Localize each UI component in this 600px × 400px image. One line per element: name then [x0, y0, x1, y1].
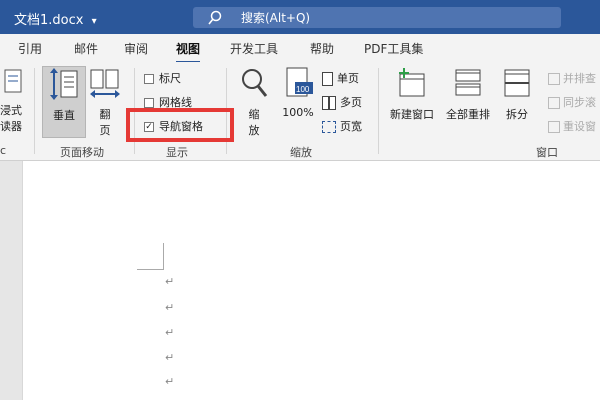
title-bar: 文档1.docx ▾ 搜索(Alt+Q): [0, 0, 600, 34]
document-area: ↵ ↵ ↵ ↵ ↵: [0, 161, 600, 400]
flip-pages-icon: [90, 69, 120, 98]
paragraph-mark: ↵: [165, 351, 175, 364]
sync-scroll-icon: [548, 97, 560, 109]
window-group-label: 窗口: [536, 146, 558, 159]
split-label: 拆分: [506, 108, 528, 121]
one-page-label: 单页: [337, 72, 359, 85]
zoom-label-2: 放: [248, 124, 260, 137]
hundred-badge-text: 100: [296, 85, 310, 94]
margin-corner-mark: [137, 243, 164, 270]
page-move-group-label: 页面移动: [60, 146, 104, 159]
search-icon: [208, 10, 222, 25]
one-page-icon: [322, 72, 333, 86]
zoom-100-label: 100%: [282, 106, 314, 119]
arrange-all-button[interactable]: 全部重排: [442, 66, 494, 122]
view-side-by-side-button[interactable]: 并排查: [548, 70, 596, 86]
page-width-icon: [322, 121, 336, 133]
group-divider: [378, 68, 379, 154]
highlight-annotation: [126, 108, 234, 142]
new-window-button[interactable]: 新建窗口: [386, 66, 438, 122]
one-page-button[interactable]: 单页: [322, 70, 359, 86]
multiple-pages-icon: [322, 96, 329, 110]
arrange-all-icon: [455, 69, 481, 96]
page-width-button[interactable]: 页宽: [322, 118, 362, 134]
paragraph-mark: ↵: [165, 375, 175, 388]
book-icon: [4, 69, 22, 93]
tab-review[interactable]: 审阅: [124, 40, 148, 57]
paragraph-mark: ↵: [165, 301, 175, 314]
group-divider: [34, 68, 35, 154]
sync-scroll-button[interactable]: 同步滚: [548, 94, 596, 110]
checkbox-box[interactable]: [144, 74, 154, 84]
tab-pdf-tools[interactable]: PDF工具集: [364, 40, 423, 57]
paragraph-mark: ↵: [165, 275, 175, 288]
side-to-side-button[interactable]: 翻 页: [88, 66, 122, 138]
paragraph-mark: ↵: [165, 326, 175, 339]
reset-position-label: 重设窗: [563, 120, 596, 133]
side-by-side-label: 并排查: [563, 72, 596, 85]
sync-scroll-label: 同步滚: [563, 96, 596, 109]
ribbon-view: 浸式 读器 c 垂直 翻 页 页面移动 标尺 网格线 ✓ 导航窗格 显示 缩 放…: [0, 62, 600, 161]
vertical-page-icon: [50, 68, 78, 100]
tab-mailings[interactable]: 邮件: [74, 40, 98, 57]
flip-label-2: 页: [99, 124, 111, 137]
vertical-label: 垂直: [53, 109, 75, 122]
arrange-all-label: 全部重排: [446, 108, 490, 121]
zoom-button[interactable]: 缩 放: [236, 66, 272, 138]
search-box[interactable]: 搜索(Alt+Q): [193, 7, 561, 28]
tab-view[interactable]: 视图: [176, 40, 201, 63]
chevron-down-icon[interactable]: ▾: [92, 16, 97, 27]
zoom-label-1: 缩: [248, 108, 260, 121]
new-window-icon: [399, 68, 425, 97]
magnifier-icon: [242, 69, 268, 97]
split-icon: [504, 69, 530, 97]
checkbox-box[interactable]: [144, 98, 154, 108]
document-title-text: 文档1.docx: [14, 13, 84, 28]
immersive-group-label: c: [0, 144, 7, 157]
flip-label-1: 翻: [99, 108, 111, 121]
ruler-checkbox[interactable]: 标尺: [144, 70, 181, 86]
immersive-reader-button[interactable]: 浸式 读器: [0, 66, 28, 134]
immersive-label-2: 读器: [0, 120, 22, 133]
tab-developer[interactable]: 开发工具: [230, 40, 278, 57]
page-width-label: 页宽: [340, 120, 362, 133]
multiple-pages-icon-2: [329, 96, 336, 110]
immersive-label-1: 浸式: [0, 104, 22, 117]
split-button[interactable]: 拆分: [498, 66, 536, 122]
tab-references[interactable]: 引用: [18, 40, 42, 57]
vertical-button[interactable]: 垂直: [42, 66, 86, 138]
ruler-label: 标尺: [159, 72, 181, 85]
show-group-label: 显示: [166, 146, 188, 159]
new-window-label: 新建窗口: [390, 108, 434, 121]
multiple-pages-button[interactable]: 多页: [322, 94, 362, 110]
document-title[interactable]: 文档1.docx ▾: [14, 9, 97, 28]
zoom-group-label: 缩放: [290, 146, 312, 159]
multiple-pages-label: 多页: [340, 96, 362, 109]
ribbon-tabs: 引用 邮件 审阅 视图 开发工具 帮助 PDF工具集: [0, 34, 600, 63]
side-by-side-icon: [548, 73, 560, 85]
search-placeholder: 搜索(Alt+Q): [241, 11, 311, 25]
reset-position-icon: [548, 121, 560, 133]
reset-window-position-button[interactable]: 重设窗: [548, 118, 596, 134]
zoom-100-button[interactable]: 100 100%: [280, 66, 316, 119]
document-page[interactable]: ↵ ↵ ↵ ↵ ↵: [22, 161, 600, 400]
tab-help[interactable]: 帮助: [310, 40, 334, 57]
hundred-percent-icon: 100: [286, 67, 313, 97]
